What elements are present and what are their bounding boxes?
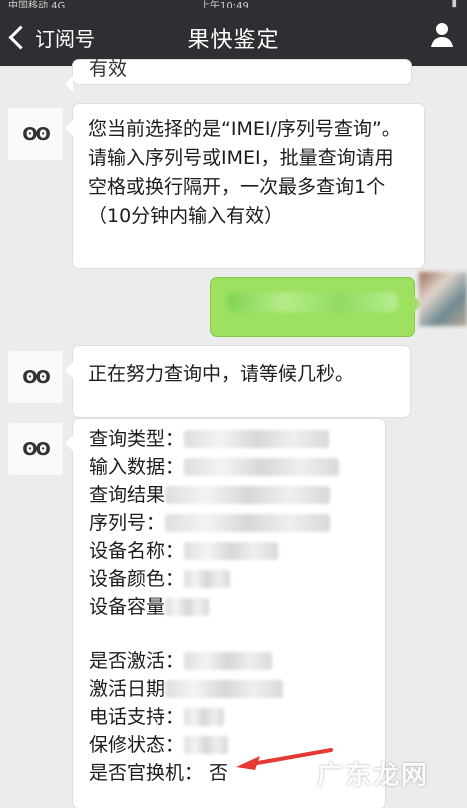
instruction-message: 您当前选择的是“IMEI/序列号查询”。请输入序列号或IMEI，批量查询请用空格… xyxy=(65,104,424,268)
result-message: 查询类型： 输入数据： 查询结果 序列号： 设备名称： 设备颜色： 设备容量 是… xyxy=(65,419,385,808)
result-value-mosaic xyxy=(184,570,231,588)
sent-message xyxy=(211,278,422,336)
result-value-mosaic xyxy=(184,458,340,476)
result-row: 查询类型： xyxy=(89,425,385,453)
result-label: 电话支持： xyxy=(89,705,185,728)
result-value-mosaic xyxy=(165,514,331,532)
result-row: 设备名称： xyxy=(89,537,385,565)
account-avatar-3: ʘʘ xyxy=(8,423,63,475)
loading-message: 正在努力查询中，请等候几秒。 xyxy=(65,346,410,417)
person-icon[interactable] xyxy=(427,20,457,50)
result-row: 设备容量 xyxy=(89,593,385,621)
result-value-mosaic xyxy=(184,708,225,726)
page-title: 果快鉴定 xyxy=(187,28,280,53)
top-partial-message: 有效 xyxy=(65,58,411,92)
eyes-icon: ʘʘ xyxy=(22,366,51,388)
result-value: 否 xyxy=(209,761,229,784)
sent-message-mosaic xyxy=(227,292,398,312)
result-value-mosaic xyxy=(184,652,273,670)
result-label: 设备容量 xyxy=(89,595,166,618)
result-label: 是否官换机： xyxy=(89,761,204,784)
result-label: 序列号： xyxy=(89,511,166,534)
result-label: 查询类型： xyxy=(89,427,185,450)
result-label: 设备名称： xyxy=(89,539,185,562)
result-row: 激活日期 xyxy=(89,675,385,703)
status-bar: 中国移动 4G 上午10:49 ▮ xyxy=(0,0,467,12)
result-label: 保修状态： xyxy=(89,733,185,756)
eyes-icon: ʘʘ xyxy=(22,438,51,460)
result-row: 输入数据： xyxy=(89,453,385,481)
loading-text: 正在努力查询中，请等候几秒。 xyxy=(88,363,355,385)
account-avatar: ʘʘ xyxy=(8,108,63,160)
chat-area: 有效 ʘʘ 您当前选择的是“IMEI/序列号查询”。请输入序列号或IMEI，批量… xyxy=(0,60,467,808)
result-value-mosaic xyxy=(184,736,229,754)
result-label: 输入数据： xyxy=(89,455,185,478)
result-value-mosaic xyxy=(165,486,331,504)
result-row: 电话支持： xyxy=(89,703,385,731)
result-row: 序列号： xyxy=(89,509,385,537)
result-value-mosaic xyxy=(165,598,210,616)
result-row: 查询结果 xyxy=(89,481,385,509)
watermark-text: 广东龙网 xyxy=(316,761,429,791)
result-value-mosaic xyxy=(165,680,284,698)
result-label: 激活日期 xyxy=(89,677,166,700)
top-nav: 订阅号 果快鉴定 xyxy=(0,8,467,66)
result-row: 是否激活： xyxy=(89,647,385,675)
eyes-icon: ʘʘ xyxy=(22,123,51,145)
result-gap xyxy=(73,621,385,647)
result-row: 设备颜色： xyxy=(89,565,385,593)
result-value-mosaic xyxy=(184,430,330,448)
result-value-mosaic xyxy=(184,542,279,560)
result-label: 查询结果 xyxy=(89,483,166,506)
result-label: 设备颜色： xyxy=(89,567,185,590)
user-avatar xyxy=(419,272,467,326)
account-avatar-2: ʘʘ xyxy=(8,351,63,403)
top-partial-text: 有效 xyxy=(89,58,128,80)
instruction-text: 您当前选择的是“IMEI/序列号查询”。请输入序列号或IMEI，批量查询请用空格… xyxy=(88,118,401,227)
result-label: 是否激活： xyxy=(89,649,185,672)
